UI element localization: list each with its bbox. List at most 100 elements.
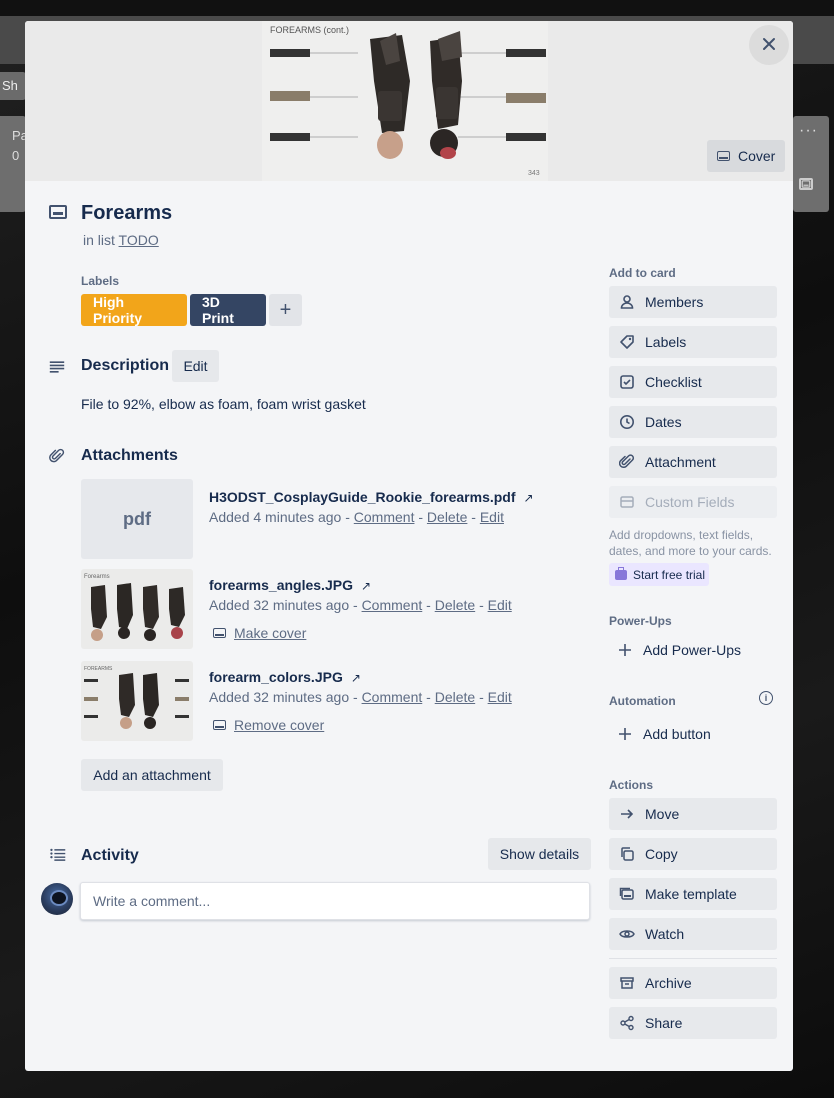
arrow-right-icon bbox=[619, 806, 635, 822]
cover-button[interactable]: Cover bbox=[707, 140, 785, 172]
share-icon bbox=[619, 1015, 635, 1031]
briefcase-icon bbox=[615, 566, 627, 580]
attachment-added: Added 32 minutes ago bbox=[209, 597, 350, 613]
attachment-comment-link[interactable]: Comment bbox=[354, 509, 415, 525]
label-3d-print[interactable]: 3D Print bbox=[190, 294, 266, 326]
labels-button[interactable]: Labels bbox=[609, 326, 777, 358]
description-title: Description bbox=[81, 357, 170, 374]
activity-icon bbox=[47, 846, 69, 864]
archive-label: Archive bbox=[645, 975, 692, 991]
power-ups-heading: Power-Ups bbox=[609, 614, 672, 628]
card-cover-icon bbox=[213, 628, 226, 638]
svg-text:FOREARMS: FOREARMS bbox=[84, 666, 113, 672]
card-detail-modal: FOREARMS (cont.) 343 Cover Forearms in l… bbox=[25, 21, 793, 1071]
dates-button[interactable]: Dates bbox=[609, 406, 777, 438]
show-details-button[interactable]: Show details bbox=[488, 838, 591, 870]
share-label: Share bbox=[645, 1015, 683, 1031]
pdf-thumb-label: pdf bbox=[123, 508, 151, 529]
comment-input[interactable] bbox=[80, 882, 590, 920]
archive-button[interactable]: Archive bbox=[609, 967, 777, 999]
attachment-delete-link[interactable]: Delete bbox=[427, 509, 467, 525]
attachment-delete-link[interactable]: Delete bbox=[435, 597, 475, 613]
paperclip-icon bbox=[47, 446, 67, 466]
attachment-name[interactable]: forearms_angles.JPG ↗ bbox=[209, 577, 371, 593]
attachment-edit-link[interactable]: Edit bbox=[480, 509, 504, 525]
start-free-trial-label: Start free trial bbox=[633, 567, 706, 582]
clock-icon bbox=[619, 414, 635, 430]
copy-button[interactable]: Copy bbox=[609, 838, 777, 870]
attachment-added: Added 4 minutes ago bbox=[209, 509, 342, 525]
start-free-trial-button[interactable]: Start free trial bbox=[609, 563, 709, 586]
custom-fields-button[interactable]: Custom Fields bbox=[609, 486, 777, 518]
label-high-priority[interactable]: High Priority bbox=[81, 294, 187, 326]
checklist-button[interactable]: Checklist bbox=[609, 366, 777, 398]
checkbox-icon bbox=[619, 374, 635, 390]
description-text[interactable]: File to 92%, elbow as foam, foam wrist g… bbox=[81, 396, 366, 412]
attachment-comment-link[interactable]: Comment bbox=[362, 689, 423, 705]
labels-label: Labels bbox=[645, 334, 687, 350]
add-label-button[interactable]: + bbox=[269, 294, 302, 326]
card-template-icon[interactable] bbox=[799, 178, 813, 190]
add-power-ups-button[interactable]: Add Power-Ups bbox=[609, 634, 777, 666]
board-share-button[interactable]: Sh bbox=[0, 72, 26, 100]
attachment-meta: Added 32 minutes ago - Comment - Delete … bbox=[209, 689, 512, 705]
close-modal-button[interactable] bbox=[749, 25, 789, 65]
plus-icon bbox=[617, 726, 633, 742]
card-title[interactable]: Forearms bbox=[81, 202, 172, 225]
list-name-link[interactable]: TODO bbox=[119, 232, 159, 248]
attachment-edit-link[interactable]: Edit bbox=[488, 597, 512, 613]
dates-label: Dates bbox=[645, 414, 682, 430]
attachment-name[interactable]: H3ODST_CosplayGuide_Rookie_forearms.pdf ↗ bbox=[209, 489, 534, 505]
background-list-right[interactable]: ··· bbox=[793, 116, 829, 212]
actions-divider bbox=[609, 958, 777, 959]
svg-text:343: 343 bbox=[528, 170, 540, 177]
share-button[interactable]: Share bbox=[609, 1007, 777, 1039]
attachment-name-text[interactable]: H3ODST_CosplayGuide_Rookie_forearms.pdf bbox=[209, 489, 516, 505]
members-label: Members bbox=[645, 294, 704, 310]
attachment-thumbnail-image[interactable]: FOREARMS bbox=[81, 661, 193, 741]
attachment-edit-link[interactable]: Edit bbox=[488, 689, 512, 705]
move-button[interactable]: Move bbox=[609, 798, 777, 830]
remove-cover-link[interactable]: Remove cover bbox=[234, 717, 324, 733]
attachment-button[interactable]: Attachment bbox=[609, 446, 777, 478]
card-cover-icon bbox=[213, 720, 226, 730]
template-icon bbox=[619, 886, 635, 902]
card-icon bbox=[49, 205, 67, 219]
in-list-text: in list TODO bbox=[83, 232, 159, 248]
make-template-button[interactable]: Make template bbox=[609, 878, 777, 910]
card-cover-icon bbox=[717, 151, 730, 161]
add-to-card-heading: Add to card bbox=[609, 266, 676, 280]
add-power-ups-label: Add Power-Ups bbox=[643, 642, 742, 658]
make-template-label: Make template bbox=[645, 886, 737, 902]
description-edit-button[interactable]: Edit bbox=[172, 350, 219, 382]
external-link-icon[interactable]: ↗ bbox=[351, 671, 361, 685]
external-link-icon[interactable]: ↗ bbox=[524, 491, 534, 505]
attachment-added: Added 32 minutes ago bbox=[209, 689, 350, 705]
attachment-name-text[interactable]: forearms_angles.JPG bbox=[209, 577, 353, 593]
info-icon[interactable]: i bbox=[759, 691, 773, 705]
watch-button[interactable]: Watch bbox=[609, 918, 777, 950]
members-button[interactable]: Members bbox=[609, 286, 777, 318]
attachment-comment-link[interactable]: Comment bbox=[362, 597, 423, 613]
avatar[interactable] bbox=[41, 883, 73, 915]
remove-cover-action[interactable]: Remove cover bbox=[213, 717, 324, 733]
card-cover: FOREARMS (cont.) 343 Cover bbox=[25, 21, 793, 181]
copy-label: Copy bbox=[645, 846, 678, 862]
add-attachment-button[interactable]: Add an attachment bbox=[81, 759, 223, 791]
attachment-name[interactable]: forearm_colors.JPG ↗ bbox=[209, 669, 361, 685]
attachment-label: Attachment bbox=[645, 454, 716, 470]
make-cover-link[interactable]: Make cover bbox=[234, 625, 306, 641]
add-button-button[interactable]: Add button bbox=[609, 718, 777, 750]
list-menu-icon[interactable]: ··· bbox=[799, 122, 818, 140]
attachment-thumbnail-pdf[interactable]: pdf bbox=[81, 479, 193, 559]
board-share-label: Sh bbox=[2, 78, 18, 93]
background-list[interactable]: Pa 0 bbox=[0, 116, 26, 212]
external-link-icon[interactable]: ↗ bbox=[361, 579, 371, 593]
make-cover-action[interactable]: Make cover bbox=[213, 625, 306, 641]
actions-heading: Actions bbox=[609, 778, 654, 792]
background-list-title: Pa bbox=[12, 128, 26, 143]
attachment-thumbnail-image[interactable]: Forearms bbox=[81, 569, 193, 649]
attachment-delete-link[interactable]: Delete bbox=[435, 689, 475, 705]
attachments-title: Attachments bbox=[81, 447, 178, 464]
attachment-name-text[interactable]: forearm_colors.JPG bbox=[209, 669, 343, 685]
